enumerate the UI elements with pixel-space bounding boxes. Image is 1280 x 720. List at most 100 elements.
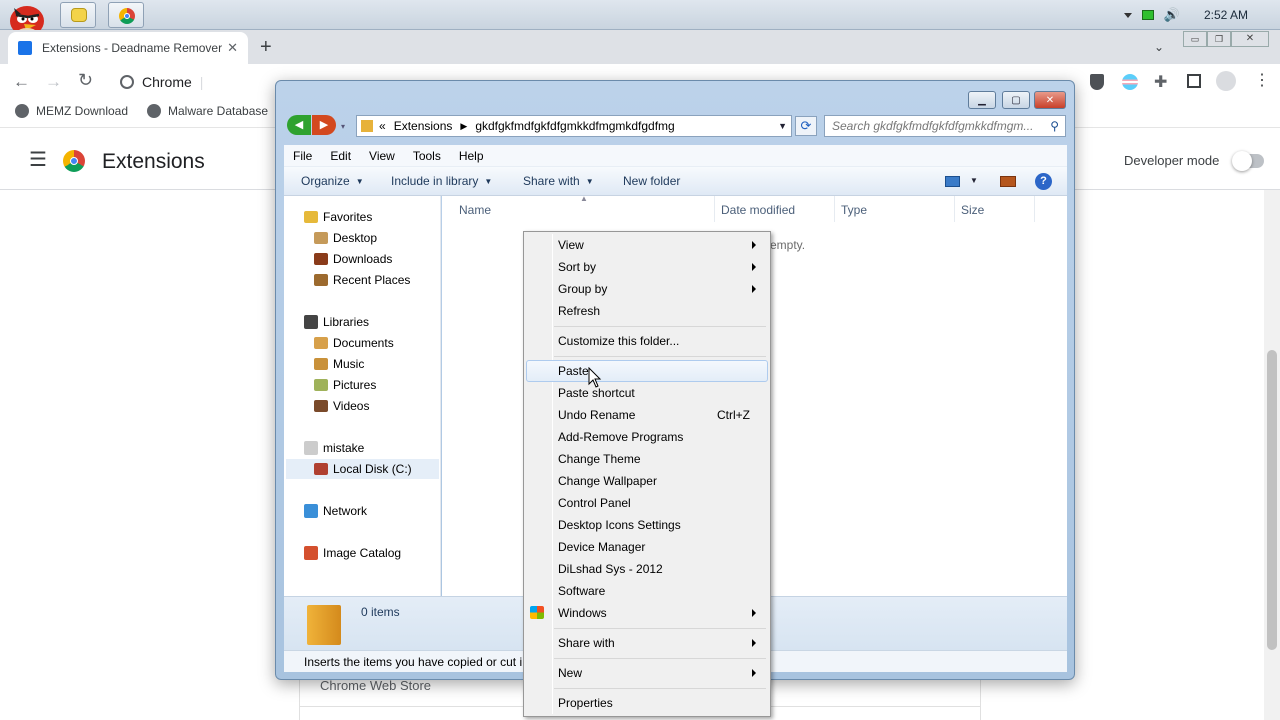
menu-item-paste[interactable]: Paste xyxy=(558,361,589,381)
new-tab-icon[interactable]: + xyxy=(260,36,272,59)
menu-item-sort-by[interactable]: Sort by xyxy=(558,257,766,277)
column-type[interactable]: Type xyxy=(841,203,867,217)
recent-pages-icon[interactable]: ▾ xyxy=(341,122,345,131)
menu-help[interactable]: Help xyxy=(450,149,493,163)
menu-item-change-theme[interactable]: Change Theme xyxy=(558,449,641,469)
taskbar-chrome-button[interactable] xyxy=(108,2,144,28)
side-panel-icon[interactable] xyxy=(1187,74,1201,88)
menu-item-dilshad-sys[interactable]: DiLshad Sys - 2012 xyxy=(558,559,663,579)
nav-libraries[interactable]: Libraries xyxy=(304,313,369,331)
nav-desktop[interactable]: Desktop xyxy=(314,229,377,247)
battery-icon[interactable] xyxy=(1141,10,1154,20)
sort-arrow-icon: ▲ xyxy=(580,194,588,203)
nav-network[interactable]: Network xyxy=(304,502,367,520)
taskbar-app-button[interactable] xyxy=(60,2,96,28)
breadcrumb-overflow[interactable]: « xyxy=(379,119,386,133)
breadcrumb-folder[interactable]: gkdfgkfmdfgkfdfgmkkdfmgmkdfgdfmg xyxy=(475,119,674,133)
page-scrollbar[interactable] xyxy=(1264,190,1280,720)
search-icon[interactable]: ⚲ xyxy=(1050,119,1059,133)
breadcrumb-extensions[interactable]: Extensions xyxy=(394,119,453,133)
profile-icon[interactable] xyxy=(1216,71,1236,91)
tab-search-icon[interactable]: ⌄ xyxy=(1154,40,1164,54)
volume-icon[interactable]: 🔊 xyxy=(1164,7,1180,23)
share-with-button[interactable]: Share with ▼ xyxy=(523,174,594,188)
menu-tools[interactable]: Tools xyxy=(404,149,450,163)
forward-icon[interactable]: → xyxy=(45,72,62,92)
menu-item-device-manager[interactable]: Device Manager xyxy=(558,537,645,557)
show-hidden-icons-icon[interactable] xyxy=(1123,12,1132,18)
nav-mistake[interactable]: mistake xyxy=(304,439,364,457)
nav-local-disk[interactable]: Local Disk (C:) xyxy=(286,459,439,479)
omnibox[interactable]: Chrome | xyxy=(110,68,275,96)
menu-item-software[interactable]: Software xyxy=(558,581,605,601)
include-in-library-button[interactable]: Include in library ▼ xyxy=(391,174,492,188)
column-size[interactable]: Size xyxy=(961,203,984,217)
restore-icon[interactable]: ❐ xyxy=(1207,31,1231,47)
refresh-icon[interactable]: ⟳ xyxy=(795,116,817,136)
close-tab-icon[interactable]: ✕ xyxy=(227,40,238,56)
column-date-modified[interactable]: Date modified xyxy=(721,203,795,217)
menu-item-share-with[interactable]: Share with xyxy=(558,633,766,653)
minimize-icon[interactable]: ▭ xyxy=(1183,31,1207,47)
nav-image-catalog[interactable]: Image Catalog xyxy=(304,544,401,562)
address-bar[interactable]: « Extensions ▶ gkdfgkfmdfgkfdfgmkkdfmgmk… xyxy=(356,115,792,137)
menu-item-customize-folder[interactable]: Customize this folder... xyxy=(558,331,679,351)
nav-downloads[interactable]: Downloads xyxy=(314,250,392,268)
nav-recent-places[interactable]: Recent Places xyxy=(314,271,410,289)
hamburger-menu-icon[interactable]: ☰ xyxy=(29,150,47,170)
chrome-web-store-link[interactable]: Chrome Web Store xyxy=(320,678,431,693)
search-field[interactable]: Search gkdfgkfmdfgkfdfgmkkdfmgm... ⚲ xyxy=(824,115,1066,137)
view-options-icon[interactable] xyxy=(945,176,960,187)
menu-item-view[interactable]: View xyxy=(558,235,766,255)
view-dropdown-icon[interactable]: ▼ xyxy=(970,176,978,185)
preview-pane-icon[interactable] xyxy=(1000,176,1016,187)
address-dropdown-icon[interactable]: ▼ xyxy=(778,121,787,131)
nav-pictures[interactable]: Pictures xyxy=(314,376,376,394)
menu-view[interactable]: View xyxy=(360,149,404,163)
tab-title: Extensions - Deadname Remover xyxy=(42,41,223,55)
menu-item-add-remove-programs[interactable]: Add-Remove Programs xyxy=(558,427,683,447)
menu-item-properties[interactable]: Properties xyxy=(558,693,613,713)
extensions-puzzle-icon[interactable]: ✚ xyxy=(1154,72,1167,92)
menu-edit[interactable]: Edit xyxy=(321,149,360,163)
back-icon[interactable]: ← xyxy=(13,72,30,92)
menu-file[interactable]: File xyxy=(284,149,321,163)
menu-item-windows[interactable]: Windows xyxy=(558,603,766,623)
nav-music[interactable]: Music xyxy=(314,355,364,373)
nav-favorites[interactable]: Favorites xyxy=(304,208,372,226)
menu-item-refresh[interactable]: Refresh xyxy=(558,301,600,321)
new-folder-button[interactable]: New folder xyxy=(623,174,680,188)
page-title: Extensions xyxy=(102,150,205,173)
scrollbar-thumb[interactable] xyxy=(1267,350,1277,650)
bookmark-malware-db[interactable]: Malware Database xyxy=(147,104,268,118)
app-icon xyxy=(71,8,87,22)
tab-extensions[interactable]: Extensions - Deadname Remover ✕ xyxy=(8,32,248,64)
shield-extension-icon[interactable] xyxy=(1090,74,1104,90)
folder-large-icon xyxy=(307,605,341,645)
back-arrow-icon[interactable]: ◀ xyxy=(287,115,311,135)
organize-button[interactable]: Organize ▼ xyxy=(301,174,364,188)
nav-videos[interactable]: Videos xyxy=(314,397,369,415)
system-tray: 🔊 2:52 AM xyxy=(1110,0,1280,30)
menu-item-control-panel[interactable]: Control Panel xyxy=(558,493,631,513)
explorer-close-button[interactable]: ✕ xyxy=(1034,91,1066,109)
menu-kebab-icon[interactable]: ⋮ xyxy=(1254,70,1270,90)
reload-icon[interactable]: ↻ xyxy=(78,70,93,91)
menu-item-undo-rename[interactable]: Undo Rename Ctrl+Z xyxy=(558,405,750,425)
close-window-icon[interactable]: ✕ xyxy=(1231,31,1269,47)
explorer-maximize-button[interactable]: ▢ xyxy=(1002,91,1030,109)
shortcut-text: Ctrl+Z xyxy=(717,408,750,422)
menu-item-group-by[interactable]: Group by xyxy=(558,279,766,299)
menu-item-new[interactable]: New xyxy=(558,663,766,683)
help-icon[interactable]: ? xyxy=(1035,173,1052,190)
trans-flag-icon[interactable] xyxy=(1122,74,1138,90)
menu-item-change-wallpaper[interactable]: Change Wallpaper xyxy=(558,471,657,491)
clock[interactable]: 2:52 AM xyxy=(1204,8,1248,22)
forward-arrow-icon[interactable]: ▶ xyxy=(312,115,336,135)
breadcrumb-chevron-icon[interactable]: ▶ xyxy=(460,121,467,132)
nav-documents[interactable]: Documents xyxy=(314,334,394,352)
column-name[interactable]: Name xyxy=(459,203,491,217)
explorer-minimize-button[interactable]: ▁ xyxy=(968,91,996,109)
menu-item-desktop-icons-settings[interactable]: Desktop Icons Settings xyxy=(558,515,681,535)
bookmark-memz[interactable]: MEMZ Download xyxy=(15,104,128,118)
